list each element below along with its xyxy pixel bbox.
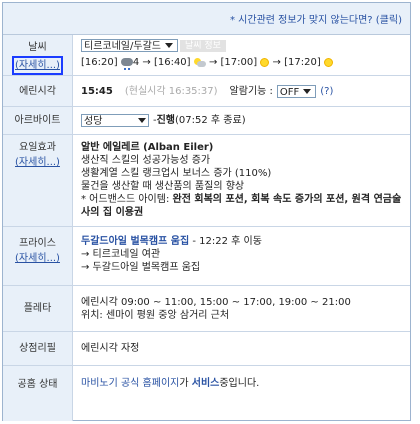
parttime-label-cell: 아르바이트 (3, 107, 73, 134)
arrow: → (272, 57, 281, 68)
pleta-label: 플레타 (23, 303, 52, 314)
price-next: → 티르코네일 여관 (81, 249, 161, 260)
sun-icon (323, 57, 333, 67)
day-effect-line: 생산직 스킬의 성공가능성 증가 (81, 155, 211, 166)
parttime-label: 아르바이트 (14, 115, 61, 126)
forecast-time-2: [16:40] (153, 57, 191, 68)
real-time: (현실시각 16:35:37) (124, 85, 218, 97)
arrow: → (208, 57, 218, 68)
chevron-down-icon (301, 85, 314, 97)
parttime-detail: (07:52 후 종료) (175, 115, 246, 126)
shop-refill-text: 에린시각 자정 (81, 343, 140, 354)
erin-time-row: 에린시각 15:45 (현실시각 16:35:37) 알람기능 : OFF (?… (3, 76, 410, 107)
price-value: 두갈드아일 벌목캠프 움집 - 12:22 후 이동 → 티르코네일 여관 → … (73, 227, 410, 285)
storm-cloud-icon (120, 58, 133, 70)
chevron-down-icon (162, 40, 175, 51)
shop-refill-value: 에린시각 자정 (73, 332, 410, 365)
erin-clock: 15:45 (81, 85, 113, 97)
pleta-location: 위치: 센마이 평원 중앙 삼거리 근처 (81, 310, 230, 321)
price-next: → 두갈드아일 벌목캠프 움집 (81, 262, 201, 273)
parttime-value: 성당 - 진행 (07:52 후 종료) (73, 107, 410, 134)
top-bar: * 시간관련 정보가 맞지 않는다면? (클릭) (3, 3, 410, 35)
price-row: 프라이스 (자세히...) 두갈드아일 벌목캠프 움집 - 12:22 후 이동… (3, 227, 410, 286)
server-status-row: 공홈 상태 마비노기 공식 홈페이지가 서비스중입니다. (3, 366, 410, 421)
pleta-row: 플레타 에린시각 09:00 ~ 11:00, 15:00 ~ 17:00, 1… (3, 286, 410, 332)
alarm-help-link[interactable]: (?) (320, 85, 333, 98)
info-panel: * 시간관련 정보가 맞지 않는다면? (클릭) 날씨 (자세히...) 티르코… (2, 2, 411, 421)
forecast-time-4: [17:20] (284, 57, 321, 68)
shop-refill-label: 상점리필 (19, 343, 56, 354)
arrow: → (142, 57, 151, 68)
forecast-time-1: [16:20] (81, 57, 118, 68)
weather-label: 날씨 (28, 42, 47, 53)
region-select[interactable]: 티르코네일/두갈드 (81, 39, 178, 52)
advanced-items: * 어드밴스드 아이템: 완전 회복의 포션, 회복 속도 증가의 포션, 원격… (81, 193, 404, 219)
pleta-value: 에린시각 09:00 ~ 11:00, 15:00 ~ 17:00, 19:00… (73, 286, 410, 331)
forecast-value-1: 4 (132, 57, 140, 68)
price-move: - 12:22 후 이동 (189, 236, 262, 247)
shop-refill-row: 상점리필 에린시각 자정 (3, 332, 410, 366)
sun-icon (260, 57, 270, 67)
pleta-times: 에린시각 09:00 ~ 11:00, 15:00 ~ 17:00, 19:00… (81, 297, 351, 308)
price-more-link[interactable]: (자세히...) (15, 251, 60, 266)
partly-cloudy-icon (193, 57, 206, 67)
price-location: 두갈드아일 벌목캠프 움집 (81, 236, 190, 247)
weather-info-button[interactable]: 날씨 정보 (179, 39, 226, 52)
erin-time-label: 에린시각 (19, 85, 56, 97)
status-mid: 가 (179, 378, 192, 389)
day-effect-label: 요일효과 (19, 142, 56, 153)
price-label: 프라이스 (19, 238, 56, 249)
status-suffix: 중입니다. (219, 378, 260, 389)
alarm-select[interactable]: OFF (276, 84, 317, 98)
alarm-label: 알람기능 : (229, 85, 273, 97)
day-effect-row: 요일효과 (자세히...) 알반 에일레르 (Alban Eiler) 생산직 … (3, 135, 410, 227)
weather-more-link[interactable]: (자세히...) (12, 56, 63, 75)
server-status-label-cell: 공홈 상태 (3, 366, 73, 421)
day-effect-line: 생활계열 스킬 랭크업시 보너스 증가 (110%) (81, 168, 272, 179)
day-effect-title: 알반 에일레르 (Alban Eiler) (81, 142, 214, 153)
service-status: 서비스 (191, 378, 220, 389)
parttime-status: 진행 (156, 115, 176, 126)
day-effect-line: 물건을 생산할 때 생산품의 품질의 향상 (81, 181, 245, 192)
server-status-label: 공홈 상태 (17, 379, 58, 390)
price-label-cell: 프라이스 (자세히...) (3, 227, 73, 285)
advanced-prefix: * 어드밴스드 아이템: (81, 194, 173, 205)
forecast-time-3: [17:00] (220, 57, 258, 68)
time-help-link[interactable]: * 시간관련 정보가 맞지 않는다면? (클릭) (230, 11, 402, 26)
pleta-label-cell: 플레타 (3, 286, 73, 331)
day-effect-more-link[interactable]: (자세히...) (15, 155, 60, 170)
day-effect-value: 알반 에일레르 (Alban Eiler) 생산직 스킬의 성공가능성 증가 생… (73, 135, 410, 226)
shop-refill-label-cell: 상점리필 (3, 332, 73, 365)
weather-row: 날씨 (자세히...) 티르코네일/두갈드 날씨 정보 [16:20] 4 → [… (3, 35, 410, 76)
day-effect-label-cell: 요일효과 (자세히...) (3, 135, 73, 226)
weather-forecast: [16:20] 4 → [16:40] → [17:00] → [17:20] (81, 56, 404, 70)
parttime-select[interactable]: 성당 (81, 114, 149, 127)
weather-label-cell: 날씨 (자세히...) (3, 35, 73, 75)
chevron-down-icon (136, 115, 148, 126)
parttime-row: 아르바이트 성당 - 진행 (07:52 후 종료) (3, 107, 410, 135)
erin-time-label-cell: 에린시각 (3, 76, 73, 106)
server-status-value: 마비노기 공식 홈페이지가 서비스중입니다. (73, 366, 410, 421)
official-homepage-link[interactable]: 마비노기 공식 홈페이지 (81, 378, 179, 389)
erin-time-value: 15:45 (현실시각 16:35:37) 알람기능 : OFF (?) (73, 76, 410, 106)
weather-value: 티르코네일/두갈드 날씨 정보 [16:20] 4 → [16:40] → [17… (73, 35, 410, 75)
